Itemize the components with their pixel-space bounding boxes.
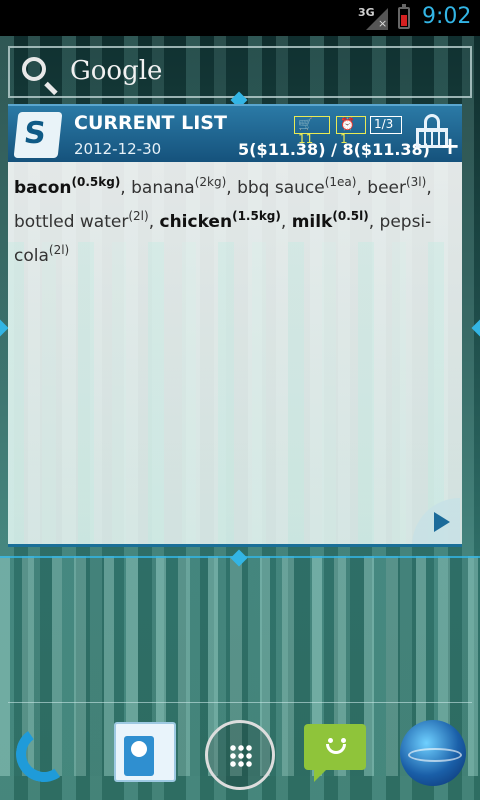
item-quantity: (2l)	[48, 243, 70, 257]
item-name: beer	[367, 178, 406, 198]
item-name: bacon	[14, 178, 72, 198]
search-icon	[22, 57, 46, 81]
list-totals: 5($11.38) / 8($11.38)	[238, 140, 430, 159]
list-title: CURRENT LIST	[74, 112, 227, 134]
item-quantity: (1ea)	[324, 175, 357, 189]
list-date: 2012-12-30	[74, 140, 162, 158]
item-separator: ,	[148, 212, 160, 232]
list-item[interactable]: bbq sauce(1ea)	[237, 175, 357, 198]
list-item[interactable]: milk(0.5l)	[291, 209, 369, 232]
item-quantity: (3l)	[405, 175, 427, 189]
item-separator: ,	[368, 212, 380, 232]
item-separator: ,	[426, 178, 432, 198]
battery-icon	[398, 4, 410, 29]
item-quantity: (2kg)	[194, 175, 227, 189]
browser-app-icon[interactable]	[398, 718, 468, 788]
item-quantity: (0.5l)	[332, 209, 369, 223]
item-quantity: (0.5kg)	[71, 175, 121, 189]
widget-bottom-border	[8, 544, 462, 547]
items-count-badge: 🛒11	[294, 116, 330, 146]
list-item[interactable]: banana(2kg)	[131, 175, 227, 198]
all-apps-button[interactable]	[205, 720, 275, 790]
item-separator: ,	[280, 212, 292, 232]
item-name: bbq sauce	[237, 178, 325, 198]
no-signal-icon: ×	[378, 17, 388, 30]
add-item-button[interactable]: +	[412, 112, 460, 158]
clock: 9:02	[422, 4, 472, 29]
alarm-icon: ⏰	[340, 117, 355, 131]
plus-icon: +	[440, 132, 461, 160]
app-logo-icon[interactable]: S	[13, 112, 63, 158]
google-search-bar[interactable]: Google	[8, 46, 472, 98]
list-item[interactable]: beer(3l)	[367, 175, 427, 198]
messaging-app-icon[interactable]	[300, 718, 370, 788]
item-separator: ,	[226, 178, 238, 198]
people-app-icon[interactable]	[110, 718, 180, 788]
list-item[interactable]: bacon(0.5kg)	[14, 175, 121, 198]
item-separator: ,	[356, 178, 368, 198]
basket-handle	[424, 114, 440, 128]
dock-divider	[8, 702, 472, 703]
item-name: chicken	[159, 212, 233, 232]
item-name: banana	[131, 178, 195, 198]
phone-app-icon[interactable]	[10, 718, 80, 788]
list-item[interactable]: chicken(1.5kg)	[159, 209, 281, 232]
widget-list-body[interactable]: bacon(0.5kg), banana(2kg), bbq sauce(1ea…	[8, 162, 462, 546]
status-bar: 3G × 9:02	[0, 0, 480, 36]
resize-frame-line	[0, 556, 480, 558]
item-list: bacon(0.5kg), banana(2kg), bbq sauce(1ea…	[8, 162, 462, 276]
shopping-list-widget[interactable]: S CURRENT LIST 2012-12-30 🛒11 ⏰1 1/3 5($…	[8, 104, 462, 547]
alarm-badge: ⏰1	[336, 116, 366, 146]
list-item[interactable]: bottled water(2l)	[14, 209, 149, 232]
item-name: milk	[291, 212, 333, 232]
widget-header[interactable]: S CURRENT LIST 2012-12-30 🛒11 ⏰1 1/3 5($…	[8, 104, 462, 162]
search-placeholder: Google	[70, 56, 163, 86]
page-indicator: 1/3	[370, 116, 402, 134]
item-separator: ,	[120, 178, 132, 198]
item-quantity: (1.5kg)	[232, 209, 281, 223]
grid-icon	[229, 744, 253, 768]
basket-small-icon: 🛒	[298, 117, 313, 131]
item-name: bottled water	[14, 212, 129, 232]
item-quantity: (2l)	[128, 209, 149, 223]
